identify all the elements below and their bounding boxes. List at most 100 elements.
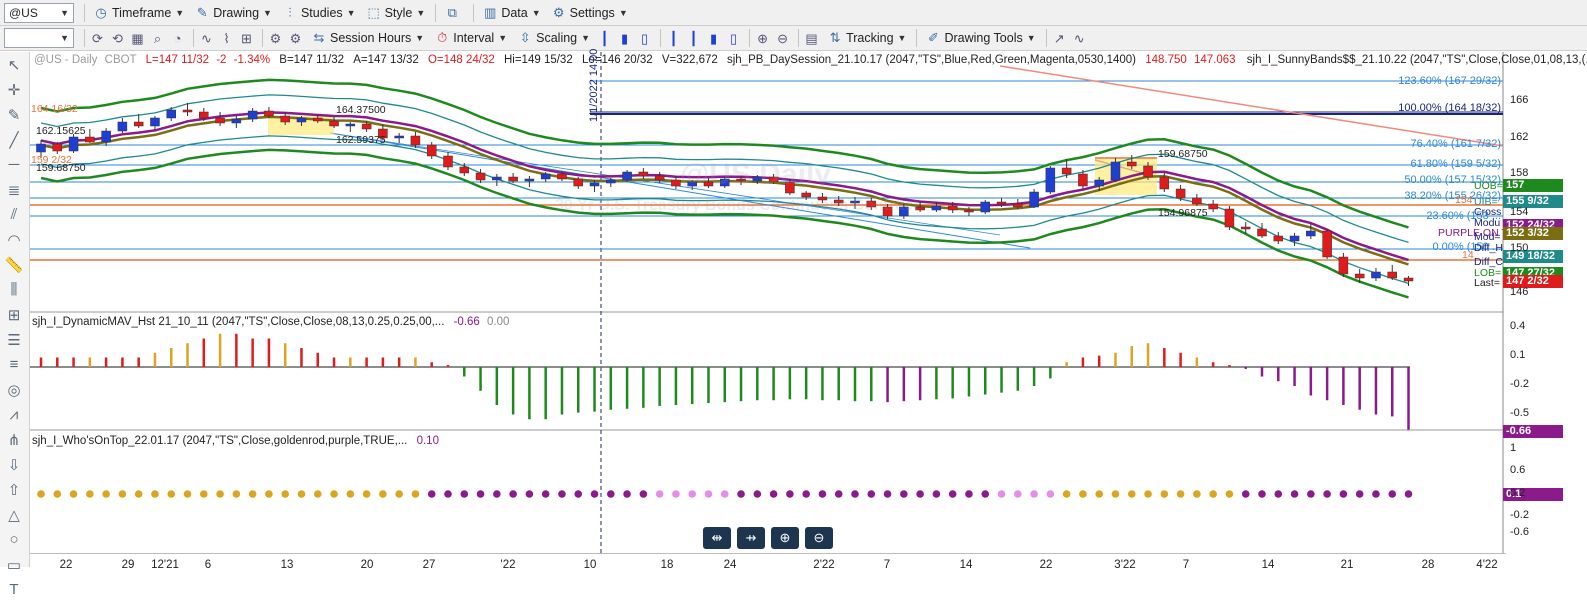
whos-on-top-dot <box>86 490 94 498</box>
candle-body <box>654 175 665 181</box>
candle-body <box>101 130 111 143</box>
candle-body <box>182 109 193 113</box>
whos-on-top-dot <box>395 490 403 498</box>
time-axis-label: 12'21 <box>151 559 179 571</box>
whos-on-top-dot <box>167 490 176 498</box>
whos-on-top-dot <box>1209 490 1217 498</box>
whos-on-top-dot <box>134 490 143 498</box>
whos-on-top-dot <box>1144 490 1152 498</box>
whos-on-top-dot <box>688 490 696 498</box>
study1-title: sjh_PB_DaySession_21.10.17 (2047,"TS",Bl… <box>726 54 1136 66</box>
panel2-value1: -0.66 <box>453 316 480 328</box>
price-axis-label: 166 <box>1510 94 1529 106</box>
whos-on-top-dot <box>1258 490 1266 498</box>
candle-body <box>492 176 502 181</box>
bid-value: B=147 11/32 <box>279 54 344 66</box>
whos-on-top-dot <box>183 490 192 498</box>
whos-on-top-dot <box>590 490 599 498</box>
candle-body <box>296 117 307 123</box>
whos-on-top-dot <box>1193 490 1201 498</box>
time-axis-label: 2'22 <box>813 559 835 571</box>
whos-on-top-dot <box>1290 490 1299 498</box>
whos-on-top-dot <box>965 490 973 498</box>
whos-on-top-dot <box>1127 490 1136 498</box>
time-axis-label: 29 <box>121 559 135 571</box>
whos-on-top-dot <box>102 490 110 498</box>
whos-on-top-dot <box>883 490 892 498</box>
time-axis-label: 4'22 <box>1476 559 1498 571</box>
time-axis-label: '22 <box>500 559 516 571</box>
candle-body <box>394 135 404 139</box>
candle-body <box>1354 273 1365 279</box>
whos-on-top-dot <box>1030 490 1038 498</box>
candle-body <box>557 173 567 180</box>
candle-body <box>313 117 323 122</box>
whos-on-top-dot <box>1372 490 1380 498</box>
candle-body <box>1078 173 1088 187</box>
whos-on-top-dot <box>802 490 810 498</box>
study2-title: sjh_I_SunnyBands$$_21.10.22 (2047,"TS",C… <box>1246 54 1587 66</box>
panel2-axis-label: -0.5 <box>1510 407 1529 419</box>
candle-body <box>247 110 258 120</box>
candle-body <box>1273 235 1284 242</box>
panel2-axis-label: 0.1 <box>1510 349 1526 361</box>
whos-on-top-dot <box>69 490 78 498</box>
price-label: 164.37500 <box>336 104 386 116</box>
candle-body <box>133 121 144 127</box>
time-axis-label: 20 <box>360 559 374 571</box>
time-axis-label: 24 <box>723 559 737 571</box>
whos-on-top-dot <box>248 490 257 498</box>
candle-body <box>1159 176 1170 190</box>
candle-body <box>1127 161 1137 167</box>
candle-body <box>573 178 583 187</box>
whos-on-top-dot <box>1339 490 1348 498</box>
candle-body <box>1338 256 1349 275</box>
candle-body <box>426 144 437 157</box>
whos-on-top-dot <box>362 490 371 498</box>
time-axis-label: 6 <box>204 559 212 571</box>
scroll-left-button[interactable]: ⇹ <box>703 527 731 549</box>
whos-on-top-dot <box>1274 490 1283 498</box>
candle-body <box>410 135 421 146</box>
plot-background <box>30 52 1503 553</box>
whos-on-top-dot <box>330 490 338 498</box>
whos-on-top-dot <box>867 490 876 498</box>
candle-body <box>231 118 242 124</box>
candle-body <box>150 117 160 127</box>
candle-body <box>589 182 600 187</box>
scroll-right-button[interactable]: ⇸ <box>737 527 765 549</box>
chart-canvas <box>30 52 1504 553</box>
tag-14: 14 <box>1462 249 1474 261</box>
candle-body <box>1371 271 1381 279</box>
change-value: -2 <box>216 54 227 66</box>
whos-on-top-dot <box>786 490 794 498</box>
candle-body <box>361 123 372 130</box>
candle-body <box>1061 167 1072 175</box>
zoom-out-button[interactable]: ⊖ <box>805 527 833 549</box>
whos-on-top-dot <box>1388 490 1397 498</box>
candle-body <box>1224 208 1235 228</box>
whos-on-top-dot <box>834 490 843 498</box>
time-axis-label: 14 <box>959 559 973 571</box>
whos-on-top-dot <box>948 490 957 498</box>
tag-modu: Modu <box>1474 217 1501 229</box>
price-box: 157 <box>1503 179 1563 192</box>
candle-body <box>1110 161 1121 181</box>
whos-on-top-dot <box>379 490 387 498</box>
whos-on-top-dot <box>1176 490 1185 498</box>
whos-on-top-dot <box>313 490 322 498</box>
candle-body <box>540 173 551 180</box>
high-value: Hi=149 15/32 <box>503 54 573 66</box>
whos-on-top-dot <box>118 490 127 498</box>
candle-body <box>68 136 79 152</box>
panel3-axis-label: 0.6 <box>1510 464 1526 476</box>
candle-body <box>1403 277 1414 282</box>
whos-on-top-dot <box>932 490 941 498</box>
time-axis-label: 21 <box>1340 559 1354 571</box>
zoom-in-button[interactable]: ⊕ <box>771 527 799 549</box>
whos-on-top-dot <box>672 490 680 498</box>
candle-body <box>1045 167 1056 193</box>
whos-on-top-dot <box>818 490 827 498</box>
whos-on-top-dot <box>232 490 241 498</box>
candle-body <box>1289 235 1300 242</box>
